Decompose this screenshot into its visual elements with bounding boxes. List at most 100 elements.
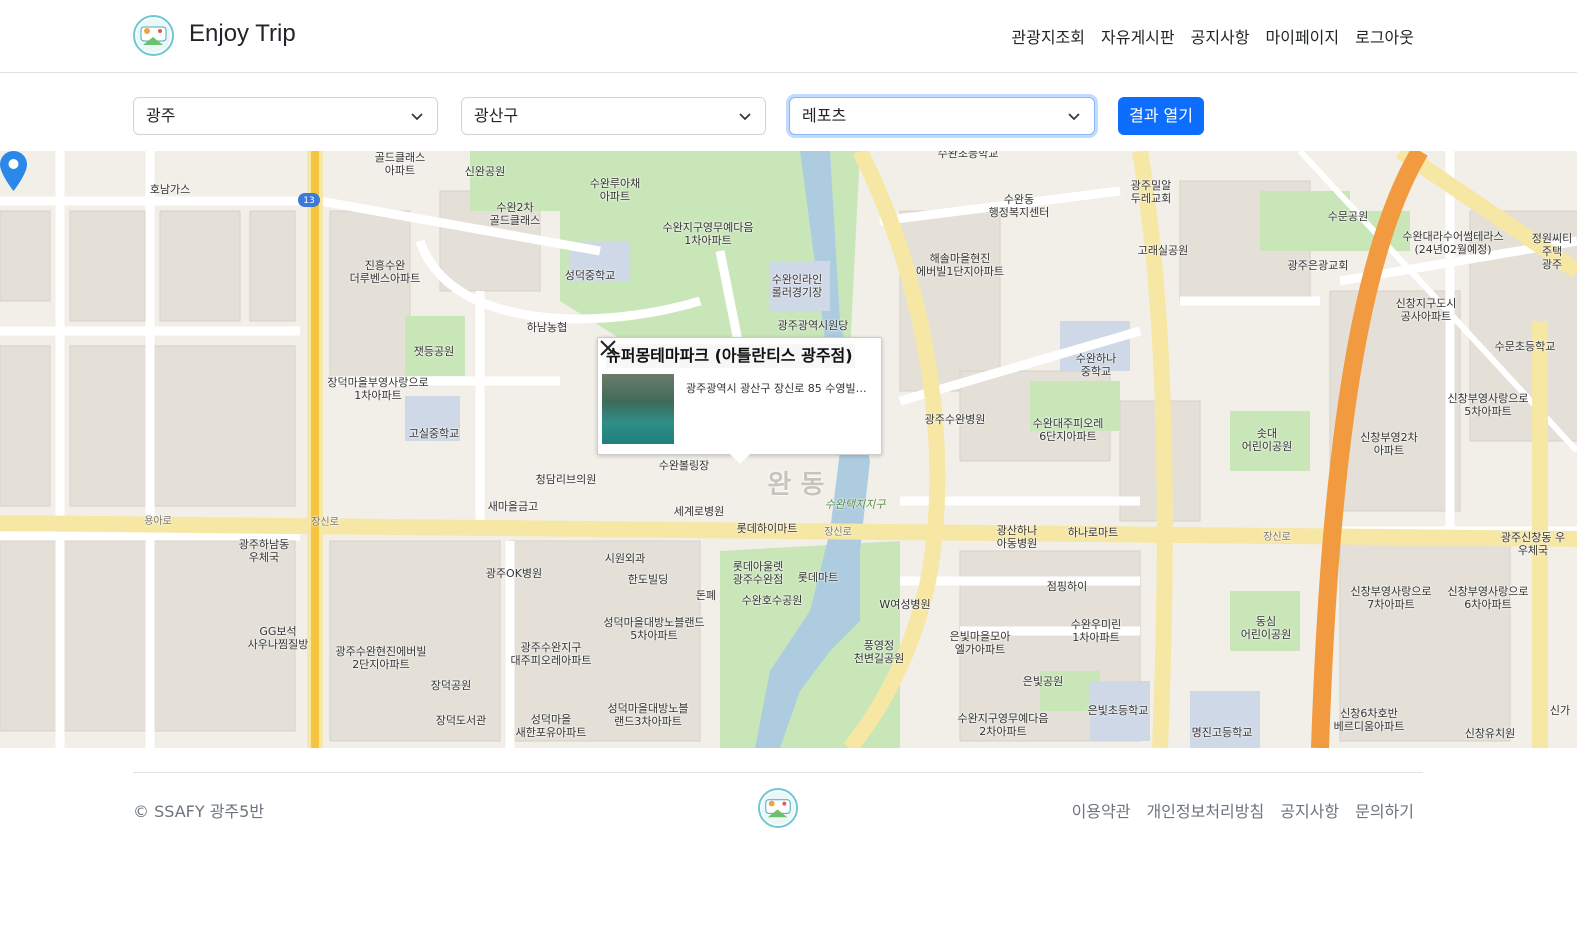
map-label: 수완지구영무예다음 2차아파트 <box>957 712 1049 738</box>
map-label: 광주수완병원 <box>924 413 986 426</box>
map-label: 점핑하이 <box>1046 580 1088 593</box>
nav-logout[interactable]: 로그아웃 <box>1355 24 1414 48</box>
map-label: 은빛초등학교 <box>1087 704 1149 717</box>
road-label: 장신로 <box>824 527 852 538</box>
place-info-popup: 슈퍼몽테마파크 (아틀란티스 광주점) 광주광역시 광산구 장신로 85 수영빌… <box>597 337 882 464</box>
map-label: 솟대 어린이공원 <box>1241 427 1293 453</box>
map-label: 수완동 행정복지센터 <box>988 193 1050 219</box>
nav-mypage[interactable]: 마이페이지 <box>1266 24 1340 48</box>
popup-address: 광주광역시 광산구 장신로 85 수영빌딩 4층 <box>686 382 876 395</box>
map-label: 장덕공원 <box>430 679 472 692</box>
road-label: 용아로 <box>144 516 172 527</box>
map-label: 동심 어린이공원 <box>1240 615 1292 641</box>
map-label: W여성병원 <box>879 598 931 611</box>
map-label: 수완루아채 아파트 <box>589 177 641 203</box>
popup-thumbnail <box>602 374 674 444</box>
category-select[interactable]: 레포츠 <box>789 97 1095 135</box>
open-results-button[interactable]: 결과 열기 <box>1118 97 1204 135</box>
map-label: 성덕마을 새한포유아파트 <box>515 713 587 739</box>
map-label: 은빛마을모아 엘가아파트 <box>949 630 1011 656</box>
map-dong-label: 완 동 <box>767 470 825 500</box>
route-badge: 13 <box>303 196 315 206</box>
district-select-value: 광산구 <box>474 106 519 125</box>
map-label: 신창부영사랑으로 5차아파트 <box>1447 392 1529 418</box>
map-label: 수완인라인 롤러경기장 <box>771 273 823 299</box>
map-label: 하나로마트 <box>1067 526 1119 539</box>
map-label: 신창부영2차 아파트 <box>1360 431 1418 457</box>
map-label: 골드클래스 아파트 <box>374 151 426 177</box>
region-select-value: 광주 <box>146 106 176 125</box>
map-label: 수완초등학교 <box>937 151 999 160</box>
map-view[interactable]: 골드클래스 아파트 신완공원 수완루아채 아파트 호남가스 수완2차 골드클래스 수완… <box>0 151 1577 748</box>
map-label: 장덕도서관 <box>435 714 487 727</box>
map-label: 고래실공원 <box>1137 244 1189 257</box>
map-label: 성덕마을대방노블랜드 5차아파트 <box>603 616 705 642</box>
map-label: 신창6차호반 베르디움아파트 <box>1333 707 1405 733</box>
map-label: 수완지구영무예다음 1차아파트 <box>662 221 754 247</box>
map-label: 호남가스 <box>149 183 191 196</box>
footer-links: 이용약관 개인정보처리방침 공지사항 문의하기 <box>1072 798 1414 822</box>
footer-divider <box>133 772 1423 773</box>
map-label: 광주하남동 우체국 <box>238 538 290 564</box>
map-marker-icon[interactable] <box>0 151 27 191</box>
map-label: 신완공원 <box>464 165 506 178</box>
map-label: 장덕마을부영사랑으로 1차아파트 <box>327 376 429 402</box>
footer-link-privacy[interactable]: 개인정보처리방침 <box>1146 798 1264 822</box>
chevron-down-icon <box>739 113 751 121</box>
map-label: 성덕마을대방노블 랜드3차아파트 <box>607 702 689 728</box>
map-label: 광주광역시원당 <box>777 319 849 332</box>
search-filters: 광주 광산구 레포츠 결과 열기 <box>0 73 1577 151</box>
map-label: 신가 <box>1549 704 1571 717</box>
map-label: 새마을금고 <box>487 500 539 513</box>
map-label: 수완볼링장 <box>658 459 710 472</box>
chevron-down-icon <box>411 113 423 121</box>
map-label: 은빛공원 <box>1022 675 1064 688</box>
map-label: 정원씨티 주택 광주 <box>1531 232 1573 271</box>
map-label: 세계로병원 <box>673 505 725 518</box>
map-label: 명진고등학교 <box>1191 726 1253 739</box>
map-label: 광주은광교회 <box>1287 259 1349 272</box>
map-label: 시원외과 <box>604 552 646 565</box>
nav-attractions[interactable]: 관광지조회 <box>1011 24 1085 48</box>
road-label: 장신로 <box>1263 532 1291 543</box>
main-nav: 관광지조회 자유게시판 공지사항 마이페이지 로그아웃 <box>1011 24 1414 48</box>
map-label: 청담리브의원 <box>535 473 597 486</box>
map-label: 하남농협 <box>526 321 568 334</box>
map-label: 한도빌딩 <box>627 573 669 586</box>
map-label: 신창지구도시 공사아파트 <box>1395 297 1457 323</box>
map-label: 롯데아울렛 광주수완점 <box>732 560 784 586</box>
footer-link-terms[interactable]: 이용약관 <box>1072 798 1131 822</box>
map-label: 수완우미린 1차아파트 <box>1070 618 1122 644</box>
footer-copyright: © SSAFY 광주5반 <box>133 802 265 821</box>
map-label: 진흥수완 더루벤스아파트 <box>349 259 421 285</box>
map-label: 고실중학교 <box>408 427 460 440</box>
map-label: 롯데마트 <box>797 571 839 584</box>
map-label: 수문초등학교 <box>1494 340 1556 353</box>
site-header: Enjoy Trip 관광지조회 자유게시판 공지사항 마이페이지 로그아웃 <box>0 0 1577 73</box>
map-label: 롯데하이마트 <box>736 522 798 535</box>
chevron-down-icon <box>1068 113 1080 121</box>
map-label: 수완호수공원 <box>741 594 803 607</box>
enjoy-trip-logo-icon[interactable] <box>758 788 798 828</box>
map-district-label: 수완택지지구 <box>824 498 886 511</box>
district-select[interactable]: 광산구 <box>461 97 766 135</box>
map-label: 광산하나 아동병원 <box>996 524 1038 550</box>
region-select[interactable]: 광주 <box>133 97 438 135</box>
footer-link-notice[interactable]: 공지사항 <box>1280 798 1339 822</box>
enjoy-trip-logo-icon[interactable] <box>133 15 174 56</box>
map-label: 수완하나 중학교 <box>1075 352 1117 378</box>
map-label: 광주수완현진에버빌 2단지아파트 <box>335 645 427 671</box>
nav-board[interactable]: 자유게시판 <box>1101 24 1175 48</box>
map-label: 수완2차 골드클래스 <box>489 201 541 227</box>
map-label: 풍영정 천변길공원 <box>853 639 905 665</box>
map-label: 수완대주피오레 6단지아파트 <box>1032 417 1104 443</box>
footer-link-contact[interactable]: 문의하기 <box>1355 798 1414 822</box>
map-label: 광주수완지구 대주피오레아파트 <box>510 641 592 667</box>
brand-name[interactable]: Enjoy Trip <box>189 20 296 48</box>
map-label: GG보석 사우나찜질방 <box>247 625 309 651</box>
map-label: 해솔마을현진 에버빌1단지아파트 <box>916 252 1004 278</box>
map-label: 신창부영사랑으로 7차아파트 <box>1350 585 1432 611</box>
map-label: 잿등공원 <box>413 345 455 358</box>
nav-notice[interactable]: 공지사항 <box>1191 24 1250 48</box>
close-icon[interactable] <box>598 338 618 358</box>
